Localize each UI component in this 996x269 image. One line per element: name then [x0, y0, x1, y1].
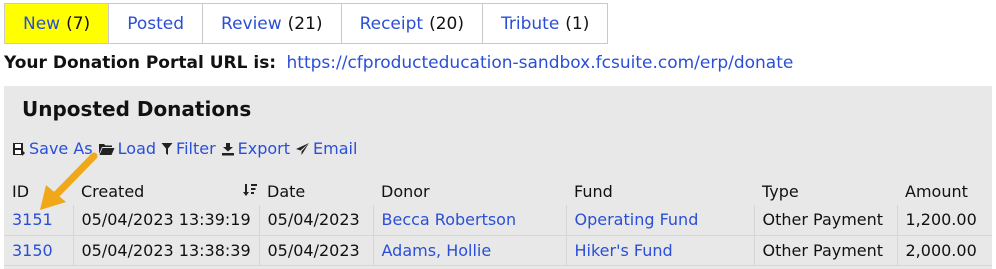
email-label: Email: [313, 139, 358, 158]
export-icon: [221, 142, 234, 155]
table-header-row: ID Created Date Donor Fund Type Amount: [4, 177, 992, 205]
status-tabs: New (7) Posted Review (21) Receipt (20) …: [4, 3, 609, 44]
tab-label: New: [23, 13, 61, 34]
column-header-created[interactable]: Created: [73, 177, 259, 205]
tab-review[interactable]: Review (21): [203, 4, 342, 43]
email-button[interactable]: Email: [295, 139, 357, 158]
donations-table-wrap: ID Created Date Donor Fund Type Amount 3…: [4, 177, 992, 266]
save-as-button[interactable]: Save As: [12, 139, 93, 158]
created-cell: 05/04/2023 13:39:19: [73, 205, 260, 236]
portal-url-line: Your Donation Portal URL is: https://cfp…: [4, 53, 793, 73]
filter-label: Filter: [176, 139, 216, 158]
column-header-type[interactable]: Type: [754, 177, 897, 205]
export-label: Export: [237, 139, 291, 158]
tab-label: Receipt: [359, 13, 424, 34]
column-header-amount[interactable]: Amount: [897, 177, 992, 205]
donor-link[interactable]: Adams, Hollie: [382, 241, 492, 260]
sort-descending-icon[interactable]: [243, 183, 257, 198]
tab-count: (21): [287, 13, 323, 34]
type-cell: Other Payment: [754, 205, 898, 236]
panel-title: Unposted Donations: [22, 97, 252, 121]
column-header-date[interactable]: Date: [259, 177, 373, 205]
folder-open-icon: [98, 143, 115, 155]
filter-button[interactable]: Filter: [161, 139, 216, 158]
type-cell: Other Payment: [754, 235, 898, 266]
tab-count: (7): [66, 13, 91, 34]
tab-count: (20): [429, 13, 464, 34]
column-header-donor[interactable]: Donor: [373, 177, 566, 205]
portal-url-link[interactable]: https://cfproducteducation-sandbox.fcsui…: [287, 53, 794, 73]
tab-tribute[interactable]: Tribute (1): [483, 4, 607, 43]
amount-cell: 2,000.00: [897, 235, 992, 266]
portal-url-label: Your Donation Portal URL is:: [4, 53, 277, 73]
amount-cell: 1,200.00: [897, 205, 992, 236]
tab-label: Tribute: [500, 13, 560, 34]
save-as-label: Save As: [29, 139, 93, 158]
send-icon: [296, 142, 310, 155]
donor-link[interactable]: Becca Robertson: [382, 210, 517, 229]
tab-receipt[interactable]: Receipt (20): [342, 4, 483, 43]
created-cell: 05/04/2023 13:38:39: [73, 235, 260, 266]
load-label: Load: [117, 139, 157, 158]
filter-icon: [161, 142, 173, 155]
fund-link[interactable]: Operating Fund: [575, 210, 699, 229]
table-row: 3151 05/04/2023 13:39:19 05/04/2023 Becc…: [4, 205, 992, 236]
table-row: 3150 05/04/2023 13:38:39 05/04/2023 Adam…: [4, 235, 992, 266]
donations-table: ID Created Date Donor Fund Type Amount 3…: [4, 177, 992, 266]
export-button[interactable]: Export: [221, 139, 290, 158]
tab-label: Posted: [127, 13, 185, 34]
column-header-label: Created: [81, 181, 145, 201]
date-cell: 05/04/2023: [259, 205, 374, 236]
column-header-id[interactable]: ID: [4, 177, 73, 205]
date-cell: 05/04/2023: [259, 235, 374, 266]
save-icon: [13, 142, 25, 156]
tab-new[interactable]: New (7): [5, 4, 110, 43]
tab-count: (1): [565, 13, 590, 34]
column-header-fund[interactable]: Fund: [566, 177, 754, 205]
donation-id-link[interactable]: 3151: [12, 210, 53, 229]
fund-link[interactable]: Hiker's Fund: [575, 241, 673, 260]
tab-label: Review: [221, 13, 282, 34]
load-button[interactable]: Load: [98, 139, 156, 158]
donation-id-link[interactable]: 3150: [12, 241, 53, 260]
tab-posted[interactable]: Posted: [109, 4, 204, 43]
toolbar: Save As Load Filter Export Email: [12, 139, 362, 158]
